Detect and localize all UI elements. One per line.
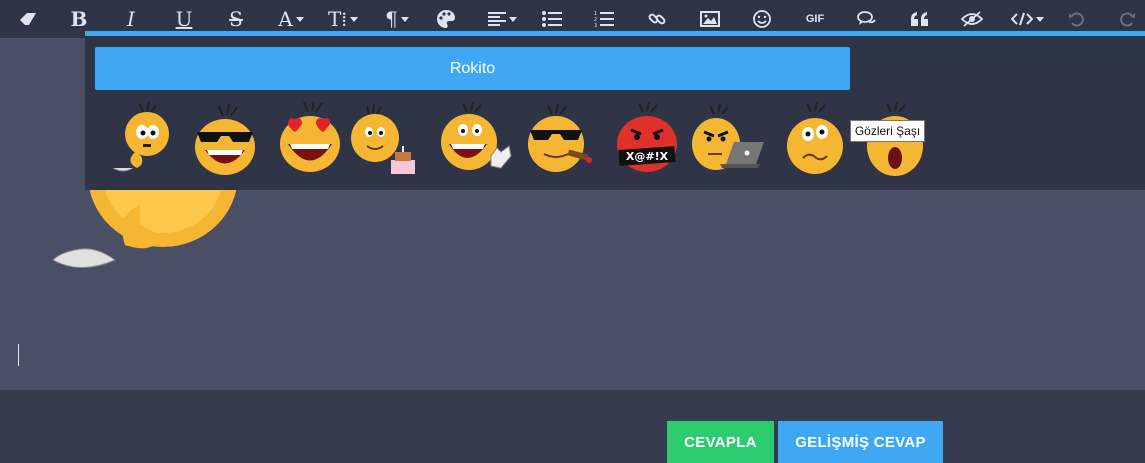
advanced-reply-button[interactable]: GELİŞMİŞ CEVAP — [778, 421, 943, 463]
spoiler-icon[interactable] — [960, 4, 984, 34]
emoji-tooltip: Gözleri Şaşı — [850, 120, 925, 142]
link-icon[interactable] — [645, 4, 669, 34]
gif-icon[interactable]: GIF — [800, 4, 830, 34]
emoji-pack-tab[interactable]: Rokito — [95, 47, 850, 90]
comments-icon[interactable] — [855, 4, 879, 34]
quote-icon[interactable] — [908, 4, 932, 34]
underline-icon[interactable]: U — [171, 4, 197, 34]
eraser-icon[interactable] — [15, 4, 41, 34]
heart-eyes-emoji[interactable] — [270, 102, 350, 182]
undo-icon[interactable] — [1066, 4, 1088, 34]
reply-button[interactable]: CEVAPLA — [667, 421, 774, 463]
font-size-icon[interactable]: T⁞ — [325, 4, 361, 34]
laptop-angry-emoji[interactable] — [690, 102, 770, 182]
sunglasses-laugh-emoji[interactable] — [185, 102, 265, 182]
swearing-emoji[interactable]: X@#!X — [607, 102, 687, 182]
align-icon[interactable] — [484, 4, 520, 34]
italic-icon[interactable]: I — [118, 4, 144, 34]
ordered-list-icon[interactable]: 123 — [592, 4, 616, 34]
emoji-icon[interactable] — [750, 4, 774, 34]
editor-footer — [0, 390, 1145, 463]
palette-icon[interactable] — [434, 4, 458, 34]
svg-text:3: 3 — [594, 23, 597, 28]
emoji-popup: Rokito X@#!X — [85, 31, 1145, 190]
cigar-cool-emoji[interactable] — [522, 102, 602, 182]
waving-laugh-emoji[interactable] — [435, 102, 515, 182]
strikethrough-icon[interactable]: S — [223, 4, 249, 34]
image-icon[interactable] — [698, 4, 722, 34]
code-icon[interactable] — [1008, 4, 1046, 34]
birthday-cake-emoji[interactable] — [347, 102, 427, 182]
unordered-list-icon[interactable] — [540, 4, 564, 34]
bold-icon[interactable]: B — [66, 4, 92, 34]
text-cursor — [18, 344, 19, 366]
paragraph-icon[interactable]: ¶ — [380, 4, 414, 34]
font-color-icon[interactable]: A — [273, 4, 309, 34]
shocked-emoji[interactable] — [855, 102, 935, 182]
worried-emoji[interactable] — [775, 102, 855, 182]
svg-text:X@#!X: X@#!X — [626, 150, 669, 163]
redo-icon[interactable] — [1116, 4, 1138, 34]
thinking-emoji[interactable] — [105, 102, 185, 182]
